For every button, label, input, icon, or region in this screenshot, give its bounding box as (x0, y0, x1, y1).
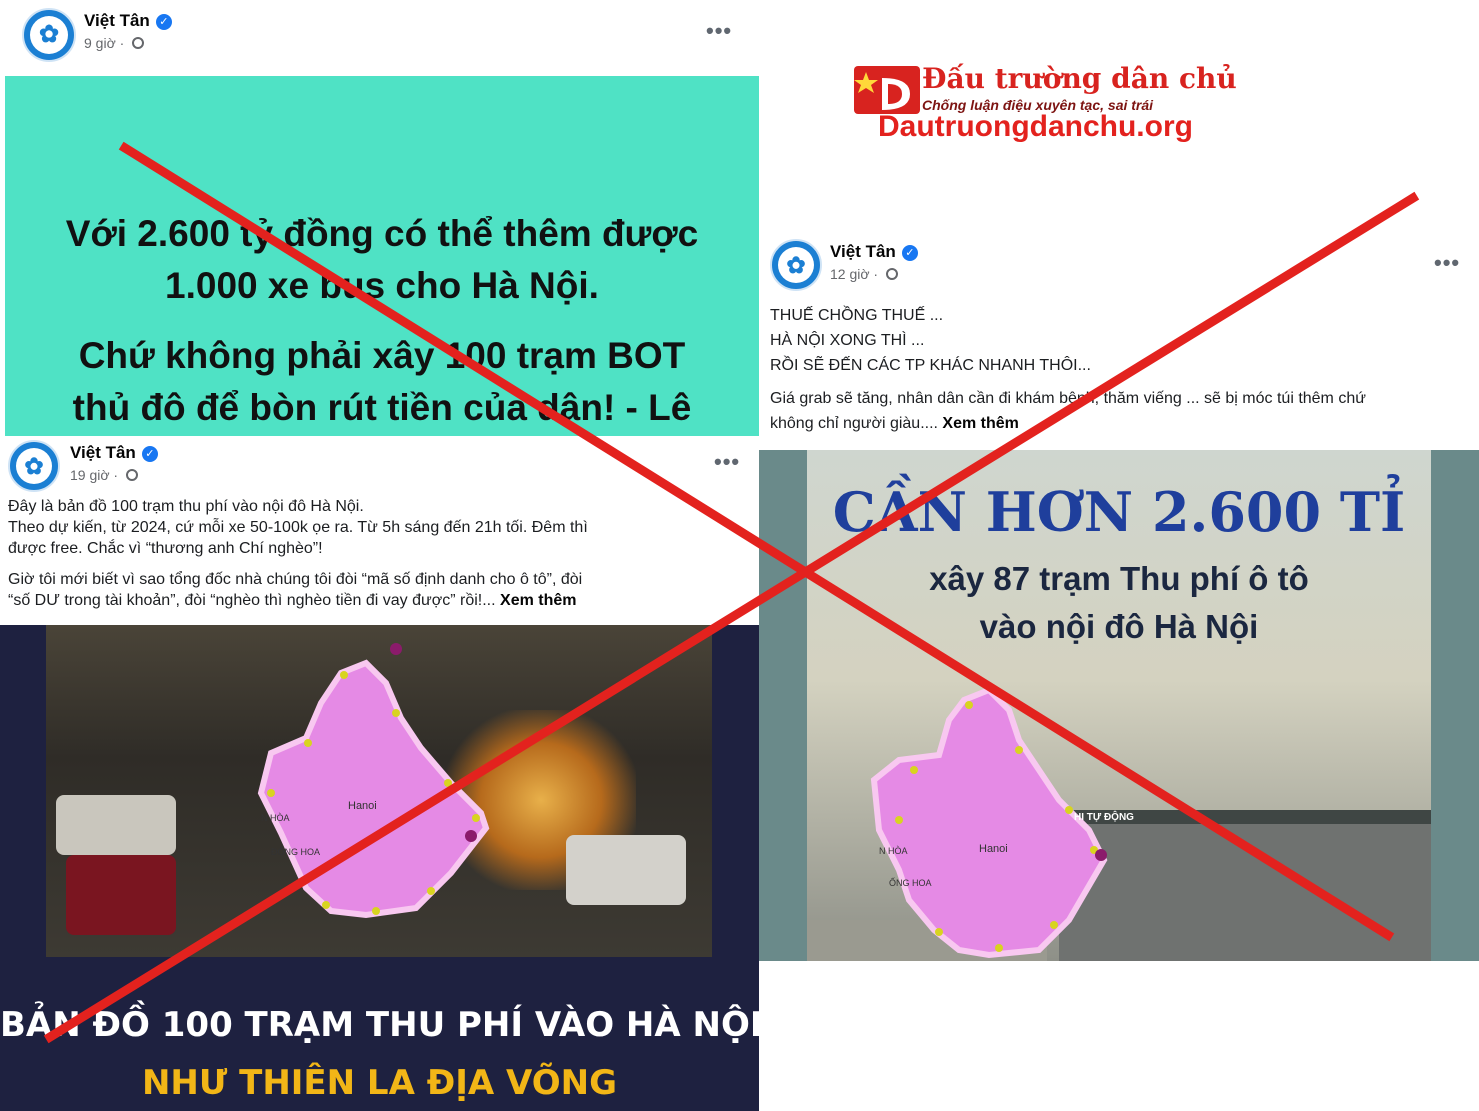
flower-icon: ✿ (24, 452, 44, 479)
image-title: CẦN HƠN 2.600 TỈ (832, 480, 1406, 544)
toll-map-graphic: Hanoi N HÒA ỐNG HOA (870, 686, 1108, 959)
toll-map-graphic: Hanoi N HÒA ĐỐNG HOA (257, 643, 490, 919)
banner-line2: NHƯ THIÊN LA ĐỊA VÕNG (141, 1063, 618, 1103)
image-text-line3: Chứ không phải xây 100 trạm BOT (78, 335, 686, 376)
post1-image[interactable]: Với 2.600 tỷ đồng có thể thêm được 1.000… (5, 76, 759, 436)
globe-icon (126, 469, 138, 482)
map-district-label: ỐNG HOA (889, 877, 932, 888)
see-more-link[interactable]: Xem thêm (942, 415, 1018, 432)
map-district-label: N HÒA (879, 846, 908, 856)
post-text-line: Đây là bản đồ 100 trạm thu phí vào nội đ… (8, 498, 364, 515)
logo-emblem-icon (854, 66, 920, 114)
post-text-line: Giờ tôi mới biết vì sao tổng đốc nhà chú… (8, 571, 583, 588)
site-logo: Đấu trường dân chủ Chống luận điệu xuyên… (852, 60, 1252, 155)
post-text-line: được free. Chắc vì “thương anh Chí nghèo… (8, 540, 323, 557)
image-subtitle-1: xây 87 trạm Thu phí ô tô (929, 560, 1309, 597)
globe-icon (886, 268, 898, 281)
post-text-line: “số DƯ trong tài khoản”, đòi “nghèo thì … (8, 592, 496, 609)
post-text-line: Theo dự kiến, từ 2024, cứ mỗi xe 50-100k… (8, 519, 588, 536)
post-time[interactable]: 12 giờ (830, 266, 870, 282)
image-text-line1: Với 2.600 tỷ đồng có thể thêm được (65, 213, 699, 254)
post1-header: ✿ Việt Tân ✓ 9 giờ · (22, 8, 172, 62)
author-name[interactable]: Việt Tân (84, 11, 150, 30)
map-city-label: Hanoi (348, 800, 377, 812)
verified-badge-icon: ✓ (155, 13, 172, 30)
map-city-label: Hanoi (979, 843, 1008, 855)
verified-badge-icon: ✓ (901, 244, 918, 261)
image-text-line4: thủ đô để bòn rút tiền của dân! - Lê (72, 387, 692, 428)
author-name[interactable]: Việt Tân (830, 242, 896, 261)
post-time[interactable]: 9 giờ (84, 35, 116, 51)
post-text-line: RỒI SẼ ĐẾN CÁC TP KHÁC NHANH THÔI... (770, 357, 1091, 374)
post2-image[interactable]: Hanoi N HÒA ĐỐNG HOA BẢN ĐỒ 100 TRẠM THU… (0, 625, 759, 1111)
globe-icon (132, 37, 145, 50)
map-district-label: ĐỐNG HOA (271, 846, 320, 857)
logo-url[interactable]: Dautruongdanchu.org (878, 110, 1193, 144)
post3-text: THUẾ CHỒNG THUẾ ... HÀ NỘI XONG THÌ ... … (770, 303, 1470, 436)
author-name[interactable]: Việt Tân (70, 443, 136, 462)
more-options-icon[interactable]: ••• (706, 18, 732, 44)
author-avatar[interactable]: ✿ (770, 239, 822, 291)
map-district-label: N HÒA (261, 813, 290, 823)
post3-image[interactable]: CẦN HƠN 2.600 TỈ xây 87 trạm Thu phí ô t… (759, 450, 1479, 961)
author-avatar[interactable]: ✿ (22, 8, 76, 62)
banner-line1: BẢN ĐỒ 100 TRẠM THU PHÍ VÀO HÀ NỘI (0, 1005, 759, 1045)
image-subtitle-2: vào nội đô Hà Nội (979, 608, 1259, 645)
flower-icon: ✿ (38, 21, 60, 48)
post-text-line: HÀ NỘI XONG THÌ ... (770, 332, 925, 349)
post3-header: ✿ Việt Tân ✓ 12 giờ · (770, 239, 918, 291)
verified-badge-icon: ✓ (141, 445, 158, 462)
logo-title: Đấu trường dân chủ (922, 62, 1237, 95)
more-options-icon[interactable]: ••• (1434, 250, 1460, 276)
flower-icon: ✿ (786, 251, 806, 278)
see-more-link[interactable]: Xem thêm (500, 592, 576, 609)
image-text-line2: 1.000 xe bus cho Hà Nội. (165, 265, 599, 306)
traffic-photo: Hanoi N HÒA ĐỐNG HOA (46, 625, 712, 957)
post-text-line: Giá grab sẽ tăng, nhân dân cần đi khám b… (770, 390, 1366, 407)
post-text-line: THUẾ CHỒNG THUẾ ... (770, 307, 944, 324)
post2-header: ✿ Việt Tân ✓ 19 giờ · (8, 440, 158, 492)
post-text-line: không chỉ người giàu.... (770, 415, 938, 432)
post-time[interactable]: 19 giờ (70, 467, 110, 483)
post2-text: Đây là bản đồ 100 trạm thu phí vào nội đ… (8, 496, 753, 611)
author-avatar[interactable]: ✿ (8, 440, 60, 492)
toll-sign-text: HI TỰ ĐỘNG (1074, 812, 1134, 823)
more-options-icon[interactable]: ••• (714, 449, 740, 475)
